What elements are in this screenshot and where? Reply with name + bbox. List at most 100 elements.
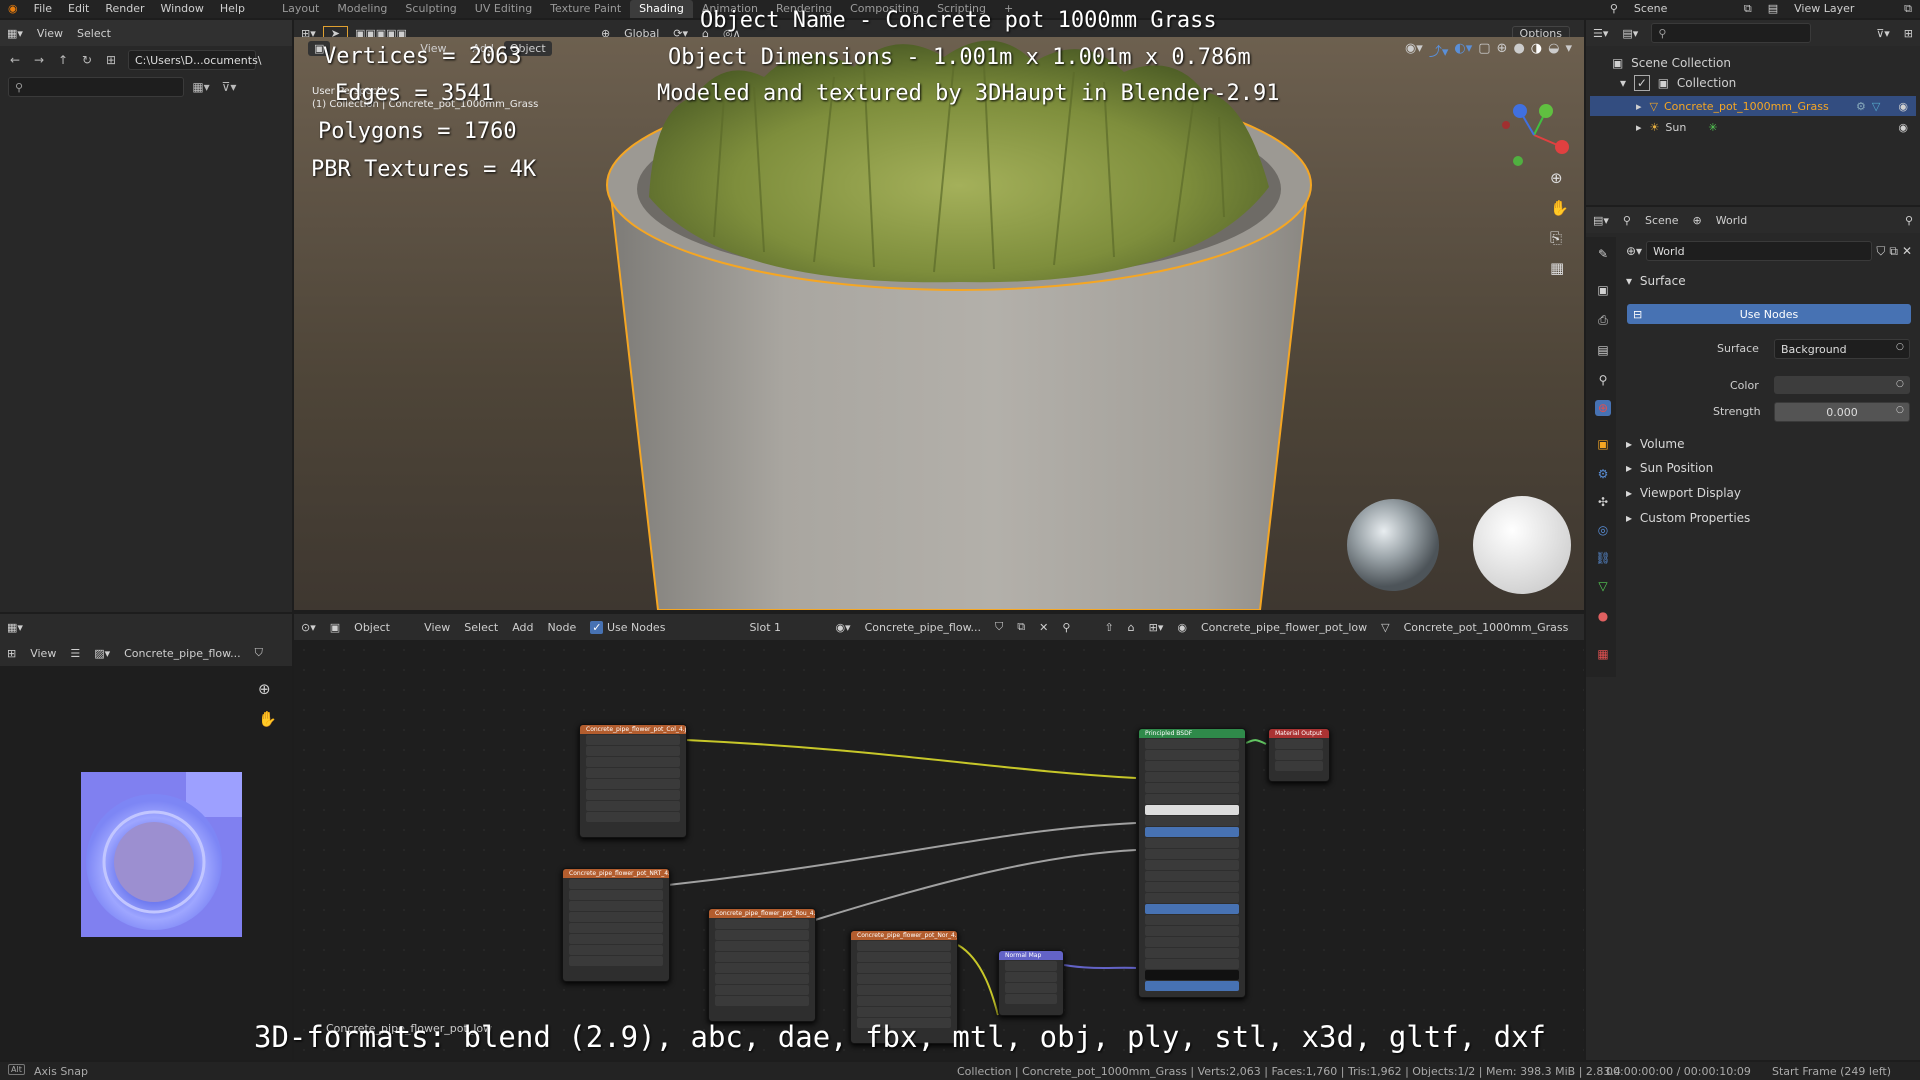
particles-tab-icon[interactable]: ✣ [1595,494,1611,510]
solid-shading-icon[interactable]: ● [1513,41,1524,60]
expand-arrow-icon[interactable]: ▾ [1620,76,1626,90]
scene-tab-icon[interactable]: ⚲ [1616,214,1638,227]
visibility-icon[interactable]: ◉▾ [1405,41,1423,60]
texture-tab-icon[interactable]: ▦ [1595,646,1611,662]
visibility-eye-icon[interactable]: ◉ [1898,121,1908,134]
snap-mode-icon[interactable]: ⊞▾ [1142,621,1171,634]
image-editor-view-menu[interactable]: View [23,647,63,660]
scene-selector-icon[interactable]: ⚲ [1602,0,1626,18]
menu-file[interactable]: File [26,0,60,18]
use-nodes-checkbox[interactable]: ✓ Use Nodes [583,620,672,634]
pin-icon[interactable]: ⚲ [1055,621,1077,634]
slot-selector[interactable]: Slot 1 [742,621,828,634]
render-tab-icon[interactable]: ▣ [1595,282,1611,298]
image-browse-icon[interactable]: ▨▾ [87,647,117,660]
color-swatch[interactable] [1774,376,1910,394]
constraints-tab-icon[interactable]: ⛓ [1595,550,1611,566]
checkbox-icon[interactable]: ✓ [1633,75,1650,91]
outliner-filter-icon[interactable]: ⊽▾ [1869,27,1897,40]
snap-icon[interactable]: ⌂ [1121,621,1142,634]
workspace-tab-sculpting[interactable]: Sculpting [396,0,465,18]
material-tab-icon[interactable]: ● [1595,608,1611,624]
forward-icon[interactable]: → [28,50,50,70]
image-texture-node[interactable]: Concrete_pipe_flower_pot_Col_4.jpg [579,724,687,838]
image-editor-mode-icon[interactable]: ⊞ [0,647,23,660]
scene-selector[interactable]: Scene [1626,0,1736,18]
image-texture-node[interactable]: Concrete_pipe_flower_pot_NRT_4.jpg [562,868,670,982]
workspace-tab-uv-editing[interactable]: UV Editing [466,0,541,18]
file-browser-view-menu[interactable]: View [30,27,70,40]
navigation-gizmo[interactable] [1494,95,1574,175]
material-name-field[interactable]: Concrete_pipe_flow... [858,621,988,634]
material-browse-icon[interactable]: ◉▾ [828,621,857,634]
image-name-field[interactable]: Concrete_pipe_flow... [117,647,247,660]
outliner-row-scene-collection[interactable]: ▣ Scene Collection [1612,56,1731,70]
visibility-eye-icon[interactable]: ◉ [1898,100,1908,113]
camera-view-icon[interactable]: ⎘ [1550,229,1569,247]
new-collection-icon[interactable]: ⊞ [1897,27,1920,40]
menu-edit[interactable]: Edit [60,0,97,18]
material-output-node[interactable]: Material Output [1268,728,1330,782]
output-tab-icon[interactable]: ⎙ [1595,312,1611,328]
strength-field[interactable]: 0.000 [1774,402,1910,422]
viewport-display-section-header[interactable]: ▸ Viewport Display [1626,486,1741,500]
world-name-field[interactable]: World [1646,241,1873,261]
world-browse-icon[interactable]: ⊕▾ [1626,244,1642,258]
node-node-menu[interactable]: Node [541,621,584,634]
principled-bsdf-node[interactable]: Principled BSDF [1138,728,1246,998]
zoom-icon[interactable]: ⊕ [258,680,277,698]
pin-icon[interactable]: ⚲ [1898,214,1920,227]
modifier-tab-icon[interactable]: ⚙ [1595,466,1611,482]
outliner-row-object[interactable]: ▸ ▽ Concrete_pot_1000mm_Grass ⚙ ▽ ◉ [1590,96,1916,116]
workspace-tab-modeling[interactable]: Modeling [328,0,396,18]
filter-icon[interactable]: ⊽▾ [218,77,240,97]
gizmo-icon[interactable]: ⤴▾ [1429,41,1449,60]
file-search-input[interactable]: ⚲ [8,77,184,97]
properties-editor-type-icon[interactable]: ▤▾ [1586,214,1616,227]
image-editor-type-icon[interactable]: ▦▾ [0,621,30,634]
fake-user-icon[interactable]: ⛉ [988,620,1010,634]
node-select-menu[interactable]: Select [457,621,505,634]
menu-window[interactable]: Window [153,0,212,18]
pan-hand-icon[interactable]: ✋ [258,710,277,728]
image-texture-node[interactable]: Concrete_pipe_flower_pot_Rou_4.jpg [708,908,816,1022]
physics-tab-icon[interactable]: ◎ [1595,522,1611,538]
image-editor-menu-icon[interactable]: ☰ [63,647,87,660]
refresh-icon[interactable]: ↻ [76,50,98,70]
view-layer-icon[interactable]: ▤ [1760,0,1786,18]
overlay-icon[interactable]: ◐▾ [1454,41,1472,60]
xray-icon[interactable]: ▢ [1478,41,1490,60]
blender-logo-icon[interactable]: ◉ [0,0,26,18]
node-editor-canvas[interactable]: Concrete_pipe_flower_pot_Col_4.jpg Concr… [294,640,1584,1060]
volume-section-header[interactable]: ▸ Volume [1626,437,1685,451]
back-icon[interactable]: ← [4,50,26,70]
unlink-world-icon[interactable]: ✕ [1902,244,1912,258]
shader-type-selector[interactable]: Object [347,621,417,634]
new-world-icon[interactable]: ⧉ [1889,244,1898,259]
custom-properties-section-header[interactable]: ▸ Custom Properties [1626,511,1750,525]
new-view-layer-icon[interactable]: ⧉ [1896,0,1920,18]
world-tab-icon[interactable]: ⊕ [1686,214,1709,227]
ortho-grid-icon[interactable]: ▦ [1550,259,1569,277]
parent-node-tree-icon[interactable]: ⇧ [1097,621,1120,634]
node-editor-type-icon[interactable]: ⊙▾ [294,621,323,634]
workspace-tab-shading[interactable]: Shading [630,0,693,18]
rendered-shading-icon[interactable]: ◒ [1548,41,1559,60]
surface-socket-icon[interactable]: ○ [1896,342,1904,352]
strength-socket-icon[interactable]: ○ [1896,405,1904,415]
outliner-row-sun[interactable]: ▸ ☀ Sun ✳ ◉ [1590,117,1916,137]
material-breadcrumb[interactable]: Concrete_pipe_flower_pot_low [1194,621,1374,634]
outliner-search-input[interactable]: ⚲ [1651,23,1812,43]
parent-dir-icon[interactable]: ↑ [52,50,74,70]
expand-arrow-icon[interactable]: ▸ [1636,121,1642,134]
file-browser-select-menu[interactable]: Select [70,27,118,40]
display-mode-icon[interactable]: ▦▾ [190,77,212,97]
menu-render[interactable]: Render [97,0,152,18]
sun-position-section-header[interactable]: ▸ Sun Position [1626,461,1713,475]
tool-tab-icon[interactable]: ✎ [1595,246,1611,262]
pan-hand-icon[interactable]: ✋ [1550,199,1569,217]
properties-scene-tab[interactable]: Scene [1638,214,1686,227]
scene-tab-side-icon[interactable]: ⚲ [1595,372,1611,388]
new-scene-icon[interactable]: ⧉ [1736,0,1760,18]
color-socket-icon[interactable]: ○ [1896,379,1904,389]
